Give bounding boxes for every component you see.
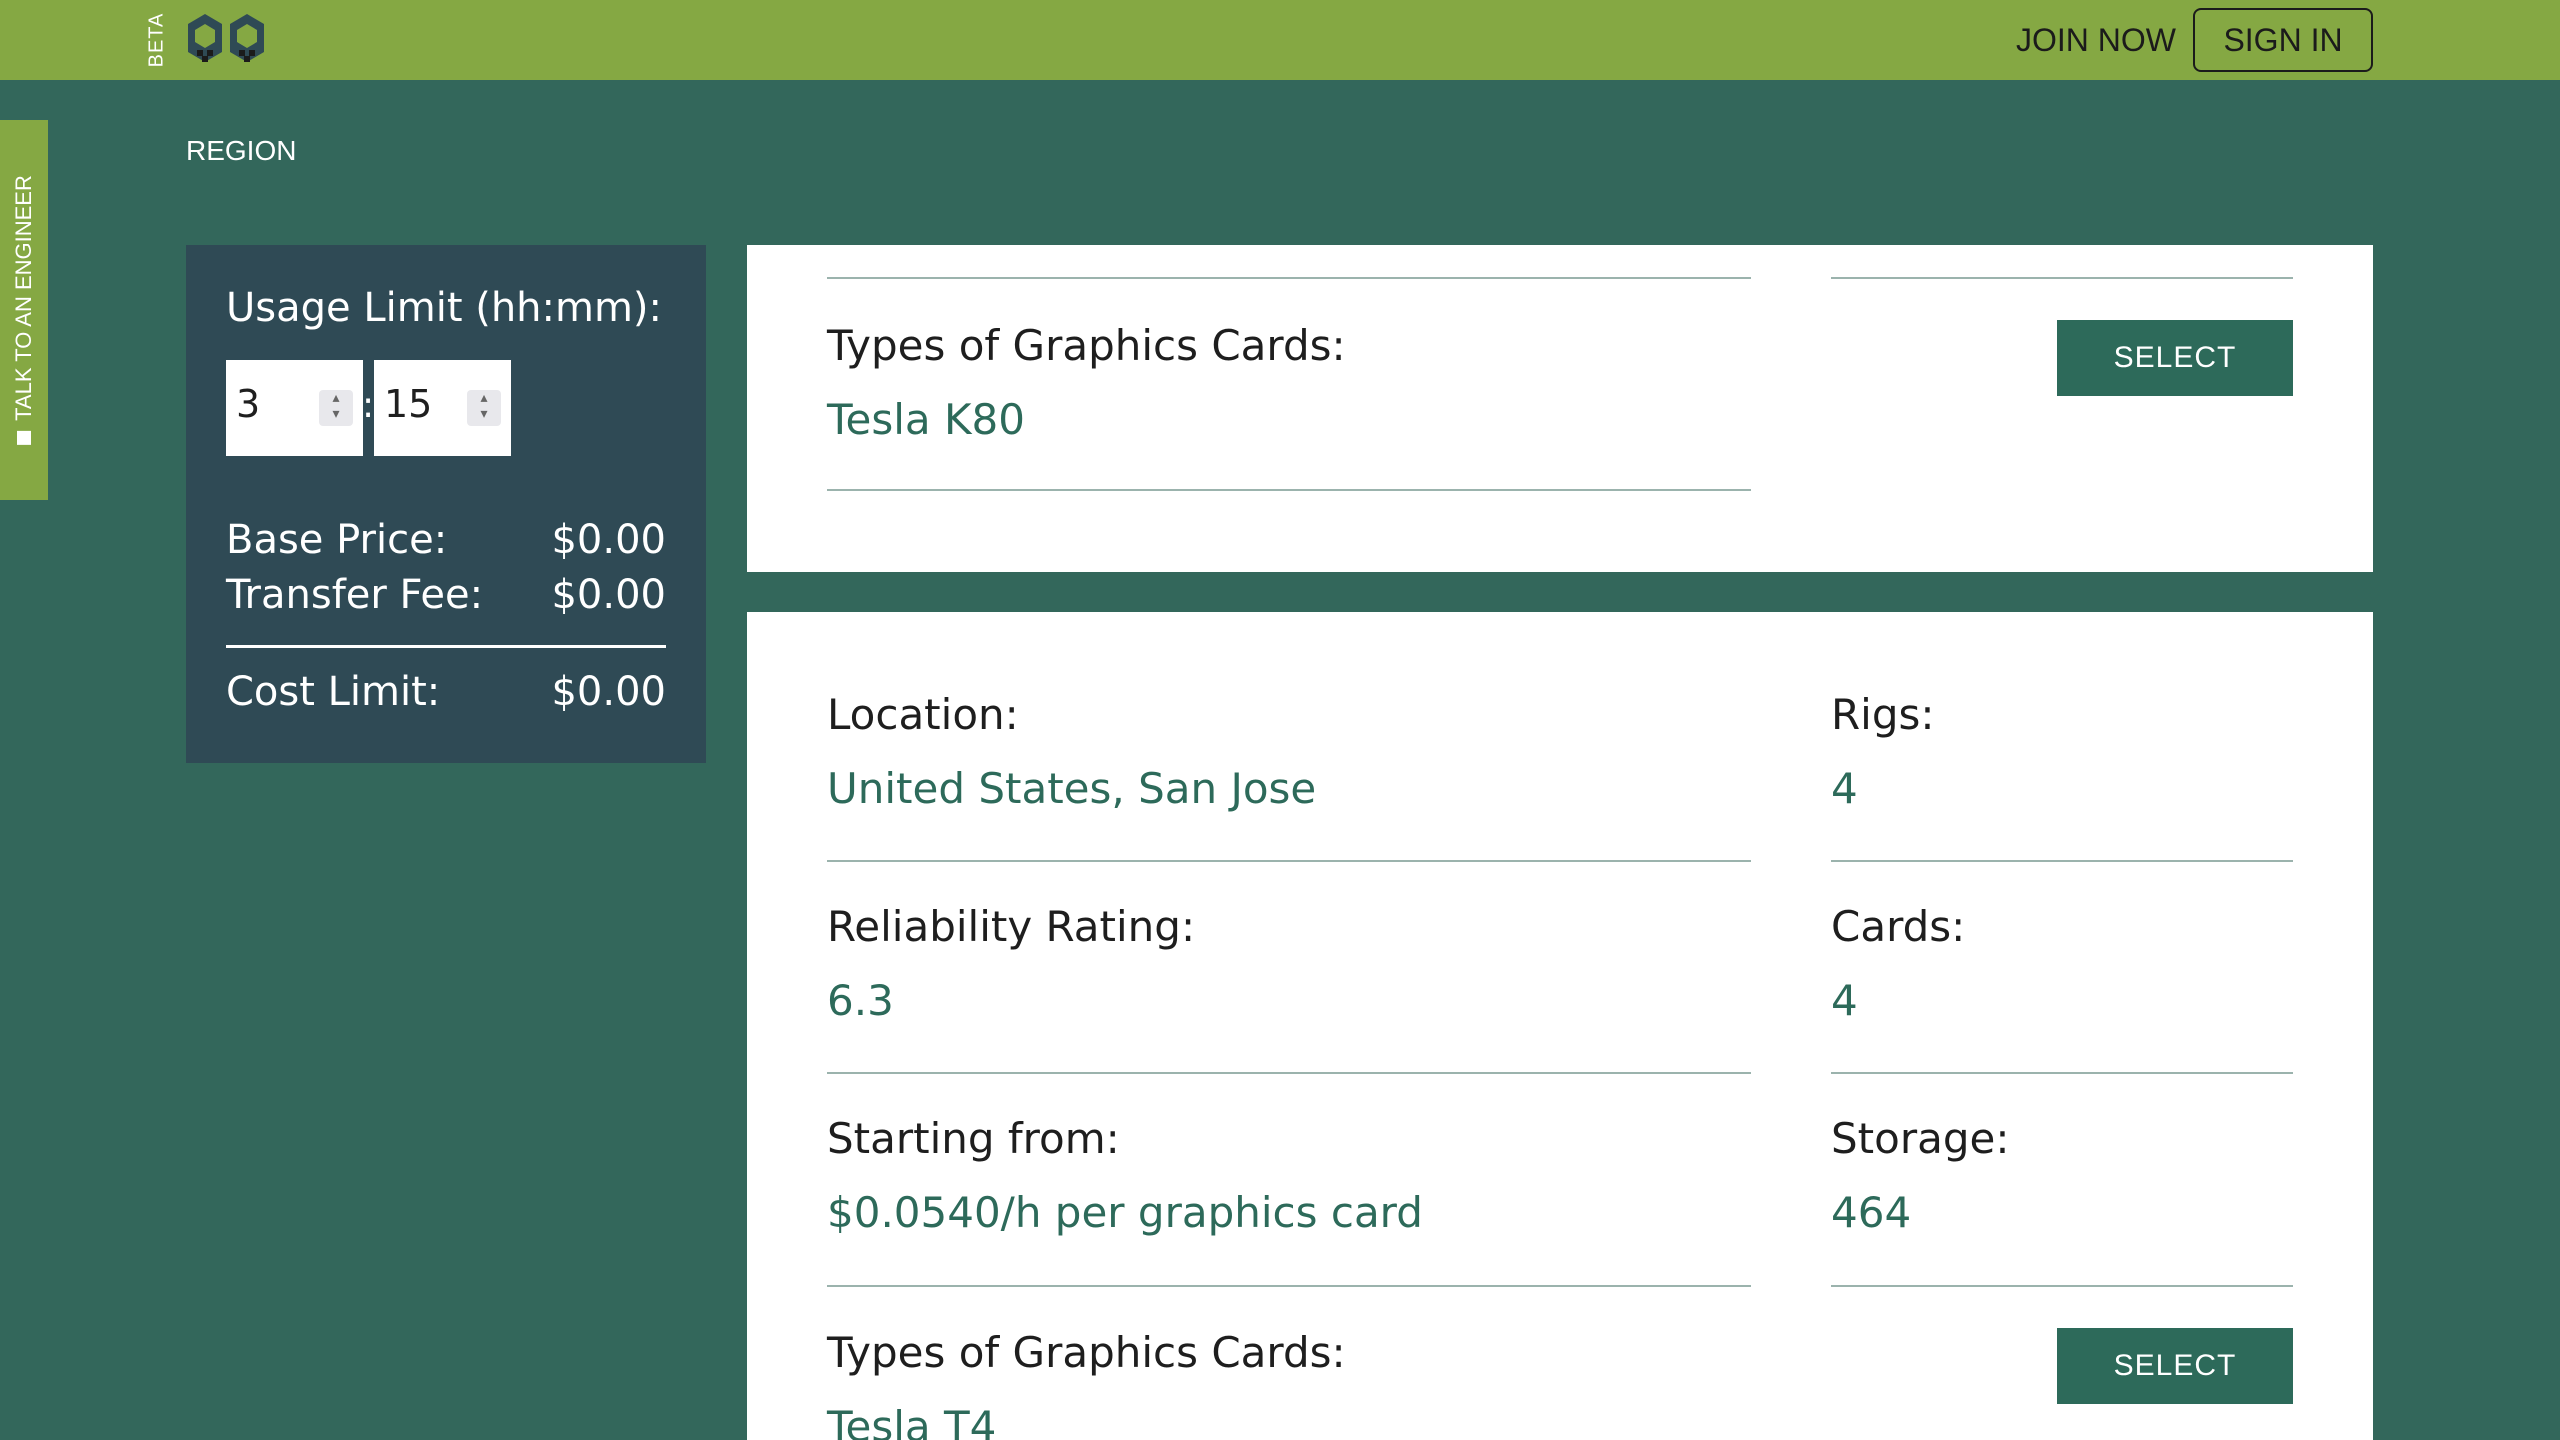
hexagon-logo-icon[interactable] xyxy=(185,10,267,70)
transfer-fee-row: Transfer Fee: $0.00 xyxy=(226,572,666,618)
divider xyxy=(827,277,1751,279)
sign-in-button[interactable]: SIGN IN xyxy=(2193,8,2373,72)
select-button[interactable]: SELECT xyxy=(2057,320,2293,396)
reliability-value: 6.3 xyxy=(827,976,894,1025)
usage-limit-panel: Usage Limit (hh:mm): 3 ▴ ▾ : 15 ▴ ▾ Base P… xyxy=(186,245,706,763)
offer-card: Types of Graphics Cards: Tesla K80 SELEC… xyxy=(747,245,2373,572)
divider xyxy=(1831,1072,2293,1074)
storage-value: 464 xyxy=(1831,1188,1912,1237)
divider xyxy=(1831,277,2293,279)
location-value: United States, San Jose xyxy=(827,764,1317,813)
transfer-fee-value: $0.00 xyxy=(551,572,666,618)
hours-stepper[interactable]: 3 ▴ ▾ xyxy=(226,360,363,456)
minutes-value: 15 xyxy=(384,382,433,426)
divider xyxy=(827,860,1751,862)
talk-to-engineer-text: TALK TO AN ENGINEER xyxy=(11,175,36,421)
hours-value: 3 xyxy=(236,382,261,426)
divider xyxy=(1831,860,2293,862)
divider xyxy=(226,645,666,648)
base-price-label: Base Price: xyxy=(226,517,448,563)
top-header xyxy=(0,0,2560,80)
beta-label: BETA xyxy=(145,12,168,68)
starting-from-value: $0.0540/h per graphics card xyxy=(827,1188,1423,1237)
transfer-fee-label: Transfer Fee: xyxy=(226,572,484,618)
usage-limit-title: Usage Limit (hh:mm): xyxy=(226,285,663,331)
select-button[interactable]: SELECT xyxy=(2057,1328,2293,1404)
base-price-value: $0.00 xyxy=(551,517,666,563)
region-heading: REGION xyxy=(186,135,297,166)
rigs-value: 4 xyxy=(1831,764,1858,813)
cards-label: Cards: xyxy=(1831,902,1966,951)
cost-limit-value: $0.00 xyxy=(551,669,666,715)
join-now-link[interactable]: JOIN NOW xyxy=(2016,18,2176,62)
offer-card: Location: United States, San Jose Rigs: … xyxy=(747,612,2373,1440)
storage-label: Storage: xyxy=(1831,1114,2010,1163)
square-icon xyxy=(17,430,31,445)
minutes-stepper[interactable]: 15 ▴ ▾ xyxy=(374,360,511,456)
divider xyxy=(1831,1285,2293,1287)
spinner-arrows-icon[interactable]: ▴ ▾ xyxy=(467,390,501,426)
cards-value: 4 xyxy=(1831,976,1858,1025)
divider xyxy=(827,489,1751,491)
graphics-types-label: Types of Graphics Cards: xyxy=(827,321,1346,370)
graphics-types-value: Tesla K80 xyxy=(827,395,1025,444)
base-price-row: Base Price: $0.00 xyxy=(226,517,666,563)
cost-limit-row: Cost Limit: $0.00 xyxy=(226,669,666,715)
graphics-types-label: Types of Graphics Cards: xyxy=(827,1328,1346,1377)
divider xyxy=(827,1072,1751,1074)
talk-to-engineer-label[interactable]: TALK TO AN ENGINEER xyxy=(11,175,37,445)
graphics-types-value: Tesla T4 xyxy=(827,1402,997,1440)
reliability-label: Reliability Rating: xyxy=(827,902,1196,951)
time-separator: : xyxy=(362,385,375,426)
starting-from-label: Starting from: xyxy=(827,1114,1120,1163)
location-label: Location: xyxy=(827,690,1019,739)
cost-limit-label: Cost Limit: xyxy=(226,669,441,715)
spinner-arrows-icon[interactable]: ▴ ▾ xyxy=(319,390,353,426)
rigs-label: Rigs: xyxy=(1831,690,1935,739)
divider xyxy=(827,1285,1751,1287)
